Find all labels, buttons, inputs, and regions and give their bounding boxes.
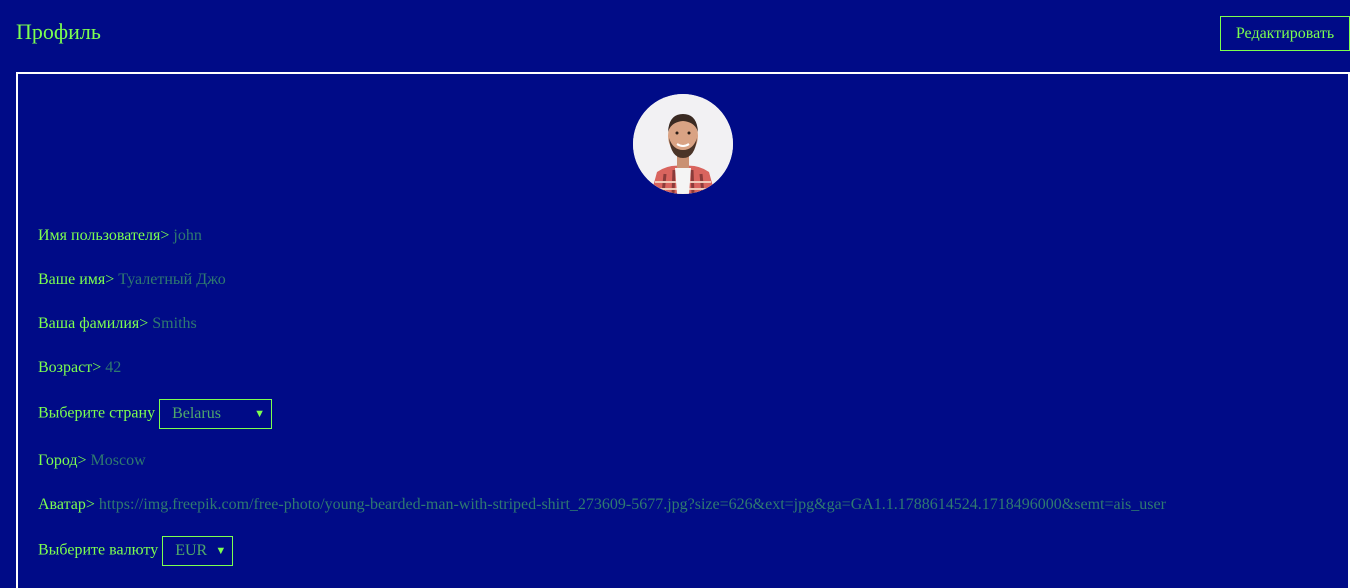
city-value: Moscow — [90, 452, 146, 469]
country-select[interactable]: Belarus ▼ — [159, 399, 273, 429]
firstname-row: Ваше имя> Туалетный Джо — [38, 270, 226, 290]
avatar-url-value: https://img.freepik.com/free-photo/young… — [98, 496, 1166, 513]
profile-card: Имя пользователя> john Ваше имя> Туалетн… — [16, 72, 1350, 588]
firstname-value: Туалетный Джо — [118, 271, 226, 288]
currency-selected-value: EUR — [175, 542, 208, 559]
avatar-image — [633, 94, 733, 194]
username-label: Имя пользователя> — [38, 227, 170, 244]
edit-button[interactable]: Редактировать — [1220, 16, 1350, 51]
lastname-row: Ваша фамилия> Smiths — [38, 314, 197, 334]
chevron-down-icon: ▼ — [215, 545, 227, 557]
avatar-label: Аватар> — [38, 496, 95, 513]
city-row: Город> Moscow — [38, 451, 146, 471]
lastname-label: Ваша фамилия> — [38, 315, 149, 332]
page-title: Профиль — [16, 19, 101, 44]
country-selected-value: Belarus — [172, 405, 221, 422]
avatar-row: Аватар> https://img.freepik.com/free-pho… — [38, 495, 1166, 515]
lastname-value: Smiths — [152, 315, 197, 332]
currency-select[interactable]: EUR ▼ — [162, 536, 234, 566]
age-row: Возраст> 42 — [38, 358, 121, 378]
profile-page: Профиль Редактировать Имя пользователя> … — [0, 0, 1350, 588]
username-row: Имя пользователя> john — [38, 226, 202, 246]
currency-label: Выберите валюту — [38, 541, 159, 559]
firstname-label: Ваше имя> — [38, 271, 115, 288]
country-row: Выберите страну Belarus ▼ — [38, 399, 273, 429]
city-label: Город> — [38, 452, 87, 469]
chevron-down-icon: ▼ — [254, 408, 266, 420]
avatar — [633, 94, 733, 194]
age-label: Возраст> — [38, 359, 102, 376]
country-label: Выберите страну — [38, 404, 156, 422]
username-value: john — [173, 227, 202, 244]
age-value: 42 — [105, 359, 122, 376]
currency-row: Выберите валюту EUR ▼ — [38, 536, 234, 566]
